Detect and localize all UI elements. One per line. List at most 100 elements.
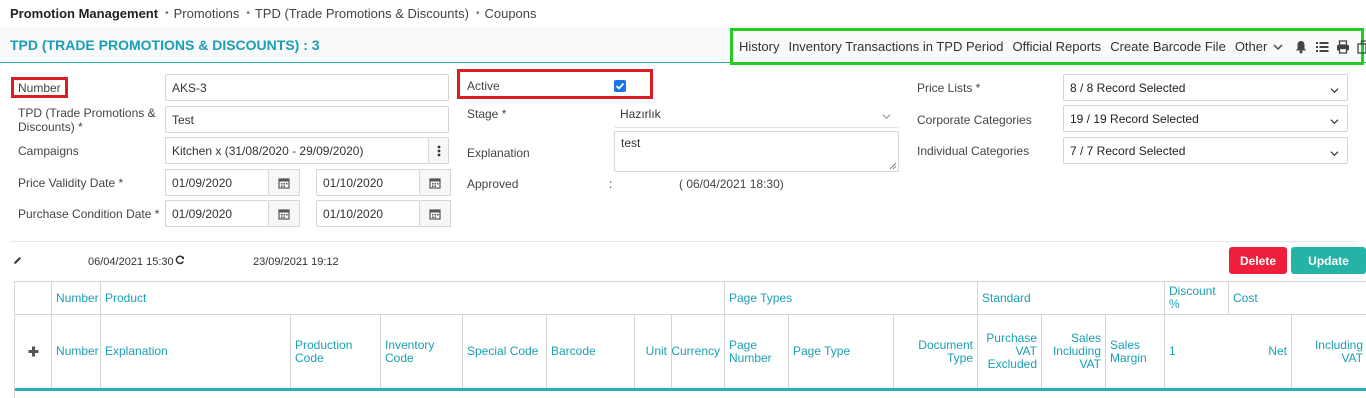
- group-header-product: Product: [101, 282, 725, 315]
- column-header-page-type[interactable]: Page Type: [789, 315, 894, 388]
- campaigns-more-button[interactable]: [429, 137, 449, 164]
- explanation-label: Explanation: [467, 146, 530, 160]
- plus-icon: [28, 346, 38, 357]
- calendar-icon: [429, 177, 441, 189]
- column-header-document-type[interactable]: Document Type: [894, 315, 978, 388]
- breadcrumb-separator: •: [475, 7, 480, 19]
- group-header-page-types: Page Types: [725, 282, 978, 315]
- breadcrumb-separator: •: [165, 7, 169, 19]
- approved-label: Approved: [467, 177, 519, 191]
- add-row-button[interactable]: [15, 315, 52, 388]
- purchase-condition-from-calendar-button[interactable]: [269, 200, 300, 227]
- chevron-down-icon: [1330, 147, 1339, 157]
- create-barcode-file-link[interactable]: Create Barcode File: [1110, 39, 1226, 54]
- chevron-down-icon: [1273, 44, 1283, 50]
- other-dropdown[interactable]: Other: [1235, 39, 1283, 54]
- individual-categories-label: Individual Categories: [917, 144, 1030, 158]
- corporate-categories-label: Corporate Categories: [917, 113, 1032, 127]
- individual-categories-select[interactable]: 7 / 7 Record Selected: [1063, 137, 1348, 164]
- history-link[interactable]: History: [739, 39, 779, 54]
- stage-label: Stage *: [467, 107, 507, 121]
- breadcrumb-item-promotion-management[interactable]: Promotion Management: [10, 6, 158, 21]
- column-header-sales-margin[interactable]: Sales Margin: [1106, 315, 1165, 388]
- vertical-dots-icon: [437, 145, 440, 156]
- column-header-explanation[interactable]: Explanation: [101, 315, 291, 388]
- price-validity-to-field[interactable]: 01/10/2020: [316, 169, 420, 196]
- breadcrumb: Promotion Management • Promotions • TPD …: [10, 5, 537, 21]
- calendar-icon: [278, 208, 290, 220]
- chevron-down-icon: [1330, 84, 1339, 94]
- corporate-categories-value: 19 / 19 Record Selected: [1070, 111, 1199, 126]
- bell-icon[interactable]: [1294, 40, 1308, 54]
- created-timestamp: 06/04/2021 15:30: [88, 256, 174, 268]
- print-icon[interactable]: [1336, 39, 1350, 54]
- calendar-icon: [429, 208, 441, 220]
- individual-categories-value: 7 / 7 Record Selected: [1070, 143, 1186, 158]
- column-header-inventory-code[interactable]: Inventory Code: [381, 315, 463, 388]
- corporate-categories-select[interactable]: 19 / 19 Record Selected: [1063, 105, 1348, 132]
- price-lists-value: 8 / 8 Record Selected: [1070, 80, 1186, 95]
- breadcrumb-item-tpd[interactable]: TPD (Trade Promotions & Discounts): [255, 6, 469, 21]
- page-title: TPD (TRADE PROMOTIONS & DISCOUNTS) : 3: [10, 37, 320, 53]
- column-header-special-code[interactable]: Special Code: [463, 315, 547, 388]
- inventory-transactions-link[interactable]: Inventory Transactions in TPD Period: [788, 39, 1003, 54]
- campaigns-label: Campaigns: [18, 144, 79, 158]
- calendar-icon: [278, 177, 290, 189]
- breadcrumb-item-coupons[interactable]: Coupons: [484, 6, 536, 21]
- table-corner-cell: [15, 282, 52, 315]
- approved-value: ( 06/04/2021 18:30): [679, 177, 784, 191]
- column-header-number[interactable]: Number: [52, 315, 101, 388]
- column-header-currency[interactable]: Currency: [672, 315, 725, 388]
- toolbar: History Inventory Transactions in TPD Pe…: [730, 28, 1366, 65]
- column-header-sales-including-vat[interactable]: Sales Including VAT: [1042, 315, 1106, 388]
- column-header-net[interactable]: Net: [1229, 315, 1292, 388]
- column-header-page-number[interactable]: Page Number: [725, 315, 789, 388]
- column-header-barcode[interactable]: Barcode: [547, 315, 635, 388]
- updated-timestamp: 23/09/2021 19:12: [253, 256, 339, 268]
- chevron-down-icon: [1330, 115, 1339, 125]
- stage-select[interactable]: Hazırlık: [614, 101, 899, 128]
- purchase-condition-to-field[interactable]: 01/10/2020: [316, 200, 420, 227]
- column-header-including-vat[interactable]: Including VAT: [1292, 315, 1366, 388]
- breadcrumb-item-promotions[interactable]: Promotions: [174, 6, 240, 21]
- check-icon: [615, 82, 625, 90]
- group-header-standard: Standard: [978, 282, 1165, 315]
- tpd-field[interactable]: Test: [165, 106, 449, 133]
- price-validity-from-calendar-button[interactable]: [269, 169, 300, 196]
- column-header-purchase-vat-excluded[interactable]: Purchase VAT Excluded: [978, 315, 1042, 388]
- official-reports-link[interactable]: Official Reports: [1013, 39, 1102, 54]
- table-header-separator: [15, 388, 1366, 391]
- price-lists-label: Price Lists *: [917, 81, 981, 95]
- price-validity-from-field[interactable]: 01/09/2020: [165, 169, 269, 196]
- price-validity-to-calendar-button[interactable]: [420, 169, 451, 196]
- update-button[interactable]: Update: [1291, 247, 1366, 274]
- purchase-condition-to-calendar-button[interactable]: [420, 200, 451, 227]
- products-table: Number Product Page Types Standard Disco…: [14, 281, 1366, 398]
- group-header-discount: Discount %: [1165, 282, 1229, 315]
- refresh-icon: [175, 255, 185, 265]
- purchase-condition-from-field[interactable]: 01/09/2020: [165, 200, 269, 227]
- column-header-production-code[interactable]: Production Code: [291, 315, 381, 388]
- price-lists-select[interactable]: 8 / 8 Record Selected: [1063, 74, 1348, 101]
- breadcrumb-separator: •: [246, 7, 250, 19]
- active-checkbox[interactable]: [614, 80, 626, 92]
- campaigns-field[interactable]: Kitchen x (31/08/2020 - 29/09/2020): [165, 137, 429, 164]
- purchase-condition-date-label: Purchase Condition Date *: [18, 207, 160, 221]
- list-icon[interactable]: [1315, 40, 1329, 54]
- chevron-down-icon: [882, 110, 891, 120]
- group-header-cost: Cost: [1229, 282, 1366, 315]
- other-label: Other: [1234, 39, 1268, 54]
- group-header-number: Number: [52, 282, 101, 315]
- column-header-unit[interactable]: Unit: [635, 315, 672, 388]
- copy-icon[interactable]: [1357, 39, 1366, 54]
- explanation-textarea[interactable]: test: [614, 131, 899, 172]
- section-divider: [10, 241, 1355, 242]
- approved-colon: :: [609, 177, 613, 191]
- stage-value: Hazırlık: [620, 107, 661, 121]
- pencil-icon: [14, 257, 21, 264]
- tpd-label: TPD (Trade Promotions & Discounts) *: [18, 106, 156, 134]
- delete-button[interactable]: Delete: [1229, 247, 1287, 274]
- number-field[interactable]: AKS-3: [165, 74, 449, 101]
- resize-handle-icon[interactable]: [889, 162, 897, 170]
- active-label: Active: [467, 79, 500, 93]
